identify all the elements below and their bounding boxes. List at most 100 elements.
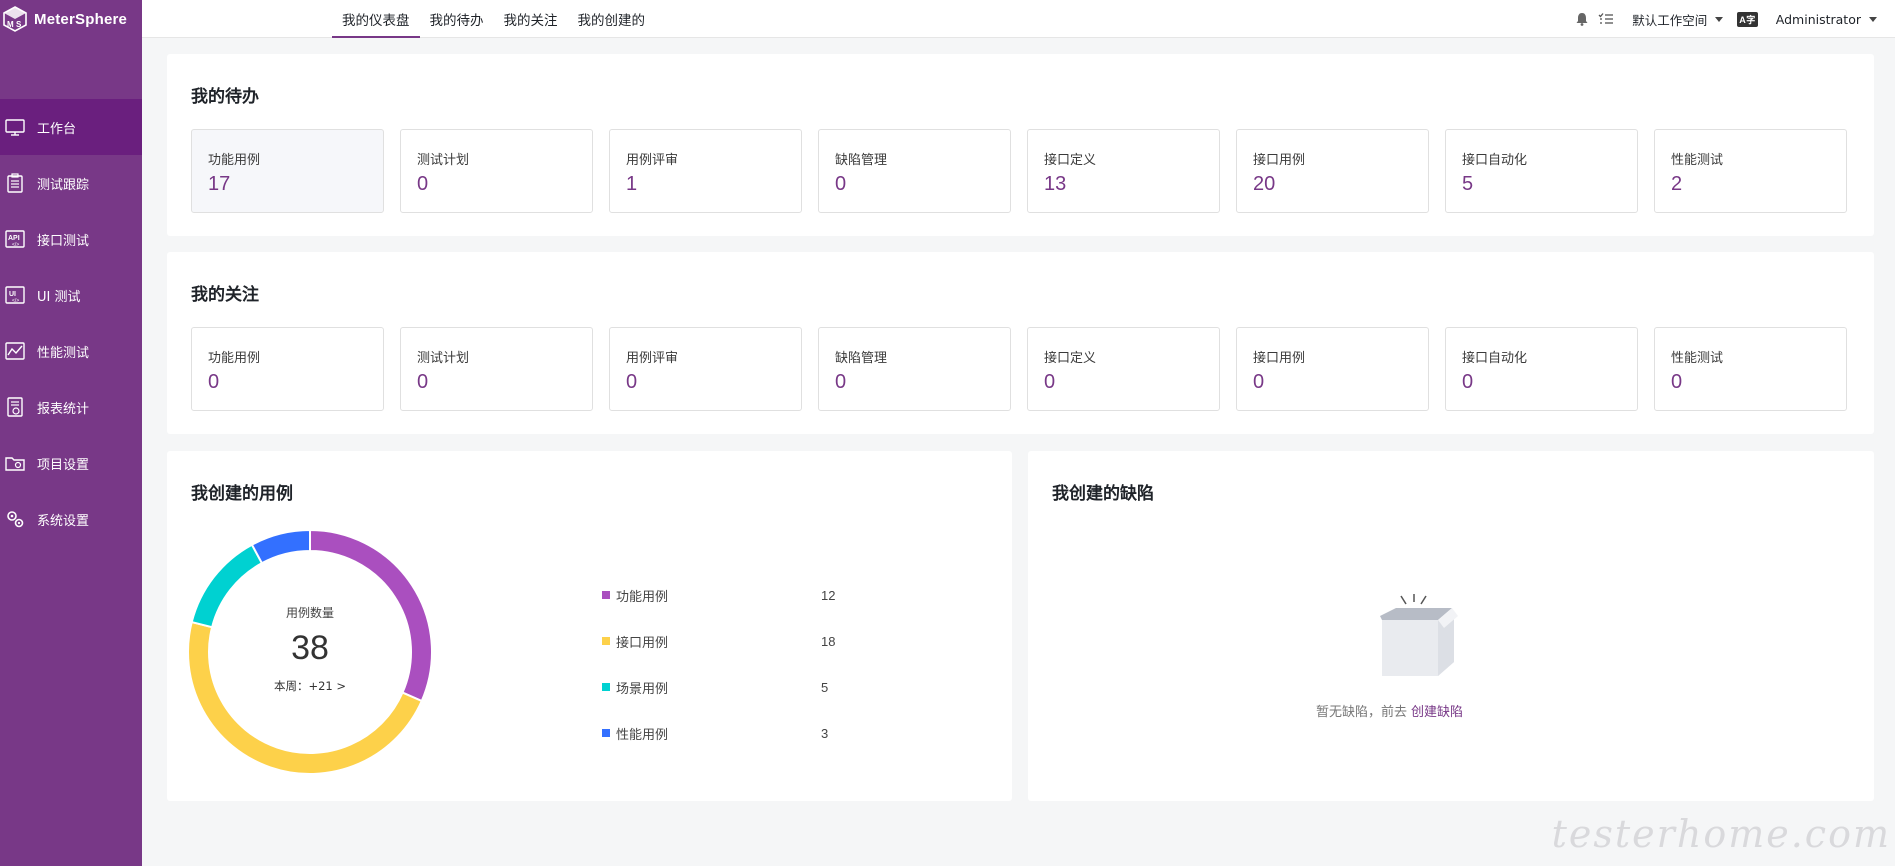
stat-label: 接口用例	[1253, 351, 1306, 366]
legend-value: 12	[821, 587, 836, 603]
stat-label: 接口自动化	[1462, 153, 1528, 168]
stat-value: 0	[1044, 371, 1056, 393]
stat-label: 性能测试	[1671, 351, 1724, 366]
task-list-icon[interactable]	[1598, 11, 1614, 27]
card-title: 我创建的用例	[191, 484, 293, 504]
sidebar-item-api-test[interactable]: API </> 接口测试	[0, 211, 142, 267]
todo-stat-test-plan[interactable]: 测试计划 0	[400, 129, 593, 213]
sidebar-item-system-settings[interactable]: 系统设置	[0, 491, 142, 547]
legend-item[interactable]: 功能用例 12	[602, 572, 835, 618]
gears-icon	[7, 511, 24, 528]
tab-my-todo[interactable]: 我的待办	[420, 0, 494, 38]
tab-my-created[interactable]: 我的创建的	[568, 0, 656, 38]
todo-stat-api-automation[interactable]: 接口自动化 5	[1445, 129, 1638, 213]
top-tabs: 我的仪表盘 我的待办 我的关注 我的创建的	[332, 0, 655, 38]
user-menu[interactable]: Administrator	[1776, 12, 1877, 27]
metersphere-logo-icon: M S	[3, 6, 27, 32]
stat-value: 0	[1253, 371, 1265, 393]
stat-value: 20	[1253, 173, 1276, 195]
workspace-selector[interactable]: 默认工作空间	[1632, 10, 1724, 29]
follow-stat-functional-case[interactable]: 功能用例 0	[191, 327, 384, 411]
todo-stat-functional-case[interactable]: 功能用例 17	[191, 129, 384, 213]
todo-stat-performance[interactable]: 性能测试 2	[1654, 129, 1847, 213]
legend-item[interactable]: 性能用例 3	[602, 710, 835, 756]
legend-label: 接口用例	[616, 635, 669, 651]
stat-label: 缺陷管理	[835, 153, 888, 168]
stat-value: 0	[1462, 371, 1474, 393]
folder-gear-icon	[5, 457, 25, 471]
legend-value: 5	[821, 679, 829, 695]
follow-stat-api-automation[interactable]: 接口自动化 0	[1445, 327, 1638, 411]
api-icon: API</>	[5, 230, 25, 248]
stat-value: 0	[835, 371, 847, 393]
follow-stat-api-definition[interactable]: 接口定义 0	[1027, 327, 1220, 411]
chart-legend: 功能用例 12 接口用例 18 场景用例 5 性能用例 3	[602, 572, 835, 756]
create-bug-link[interactable]: 创建缺陷	[1411, 705, 1463, 720]
svg-text:</>: </>	[12, 298, 19, 304]
stat-label: 用例评审	[626, 351, 679, 366]
stat-value: 0	[208, 371, 220, 393]
sidebar-item-test-track[interactable]: 测试跟踪	[0, 155, 142, 211]
follow-stat-case-review[interactable]: 用例评审 0	[609, 327, 802, 411]
sidebar-item-project-settings[interactable]: 项目设置	[0, 435, 142, 491]
todo-card: 我的待办 功能用例 17 测试计划 0 用例评审 1 缺陷管理 0 接口定义 13 接口用…	[167, 54, 1874, 236]
stat-value: 2	[1671, 173, 1683, 195]
stat-value: 17	[208, 173, 231, 195]
follow-stat-test-plan[interactable]: 测试计划 0	[400, 327, 593, 411]
empty-box-icon	[1380, 594, 1458, 676]
stat-value: 0	[417, 371, 429, 393]
follow-stat-performance[interactable]: 性能测试 0	[1654, 327, 1847, 411]
card-title: 我创建的缺陷	[1052, 484, 1154, 504]
report-icon	[7, 397, 23, 417]
legend-item[interactable]: 场景用例 5	[602, 664, 835, 710]
stat-label: 接口用例	[1253, 153, 1306, 168]
sidebar: M S MeterSphere 工作台 测试跟踪 API </> 接口测试 UI <…	[0, 0, 142, 866]
ui-icon: UI</>	[5, 286, 25, 304]
sidebar-item-label: 报表统计	[37, 401, 90, 417]
stat-label: 接口定义	[1044, 351, 1097, 366]
stat-value: 0	[417, 173, 429, 195]
todo-stat-api-definition[interactable]: 接口定义 13	[1027, 129, 1220, 213]
legend-label: 性能用例	[616, 727, 669, 743]
stat-value: 5	[1462, 173, 1474, 195]
follow-stat-api-case[interactable]: 接口用例 0	[1236, 327, 1429, 411]
stat-value: 0	[1671, 371, 1683, 393]
tab-my-dashboard[interactable]: 我的仪表盘	[332, 0, 420, 38]
header-right: 默认工作空间 A字 Administrator	[1574, 0, 1877, 38]
monitor-icon	[5, 119, 25, 136]
follow-stats: 功能用例 0 测试计划 0 用例评审 0 缺陷管理 0 接口定义 0 接口用例 0 接口自动…	[191, 327, 1847, 411]
sidebar-item-ui-test[interactable]: UI </> UI 测试	[0, 267, 142, 323]
svg-text:API: API	[8, 235, 20, 242]
donut-center-total: 38	[291, 629, 329, 667]
follow-stat-bug[interactable]: 缺陷管理 0	[818, 327, 1011, 411]
todo-stat-api-case[interactable]: 接口用例 20	[1236, 129, 1429, 213]
workspace-name: 默认工作空间	[1632, 12, 1708, 28]
todo-stat-bug[interactable]: 缺陷管理 0	[818, 129, 1011, 213]
sidebar-item-workbench[interactable]: 工作台	[0, 99, 142, 155]
app-name: MeterSphere	[34, 10, 128, 28]
sidebar-item-report[interactable]: 报表统计	[0, 379, 142, 435]
clipboard-icon	[7, 173, 23, 193]
top-header: 我的仪表盘 我的待办 我的关注 我的创建的 默认工作空间 A字 Administ…	[142, 0, 1895, 38]
legend-value: 18	[821, 633, 836, 649]
todo-stat-case-review[interactable]: 用例评审 1	[609, 129, 802, 213]
svg-text:UI: UI	[9, 291, 16, 298]
stat-label: 测试计划	[417, 153, 470, 168]
chart-icon	[5, 342, 25, 360]
language-switch-icon[interactable]: A字	[1737, 11, 1758, 27]
svg-text:</>: </>	[12, 242, 19, 248]
empty-state-text: 暂无缺陷，前去 创建缺陷	[1316, 701, 1463, 720]
stat-label: 性能测试	[1671, 153, 1724, 168]
stat-label: 接口自动化	[1462, 351, 1528, 366]
sidebar-item-performance-test[interactable]: 性能测试	[0, 323, 142, 379]
bell-icon[interactable]	[1574, 11, 1590, 27]
logo[interactable]: M S MeterSphere	[0, 0, 142, 38]
week-increase-link[interactable]: 本周：+21 >	[274, 678, 346, 694]
legend-swatch	[602, 591, 610, 599]
tab-my-follow[interactable]: 我的关注	[494, 0, 568, 38]
legend-value: 3	[821, 725, 829, 741]
stat-value: 13	[1044, 173, 1067, 195]
legend-item[interactable]: 接口用例 18	[602, 618, 835, 664]
sidebar-item-label: 性能测试	[37, 345, 90, 361]
stat-value: 0	[835, 173, 847, 195]
